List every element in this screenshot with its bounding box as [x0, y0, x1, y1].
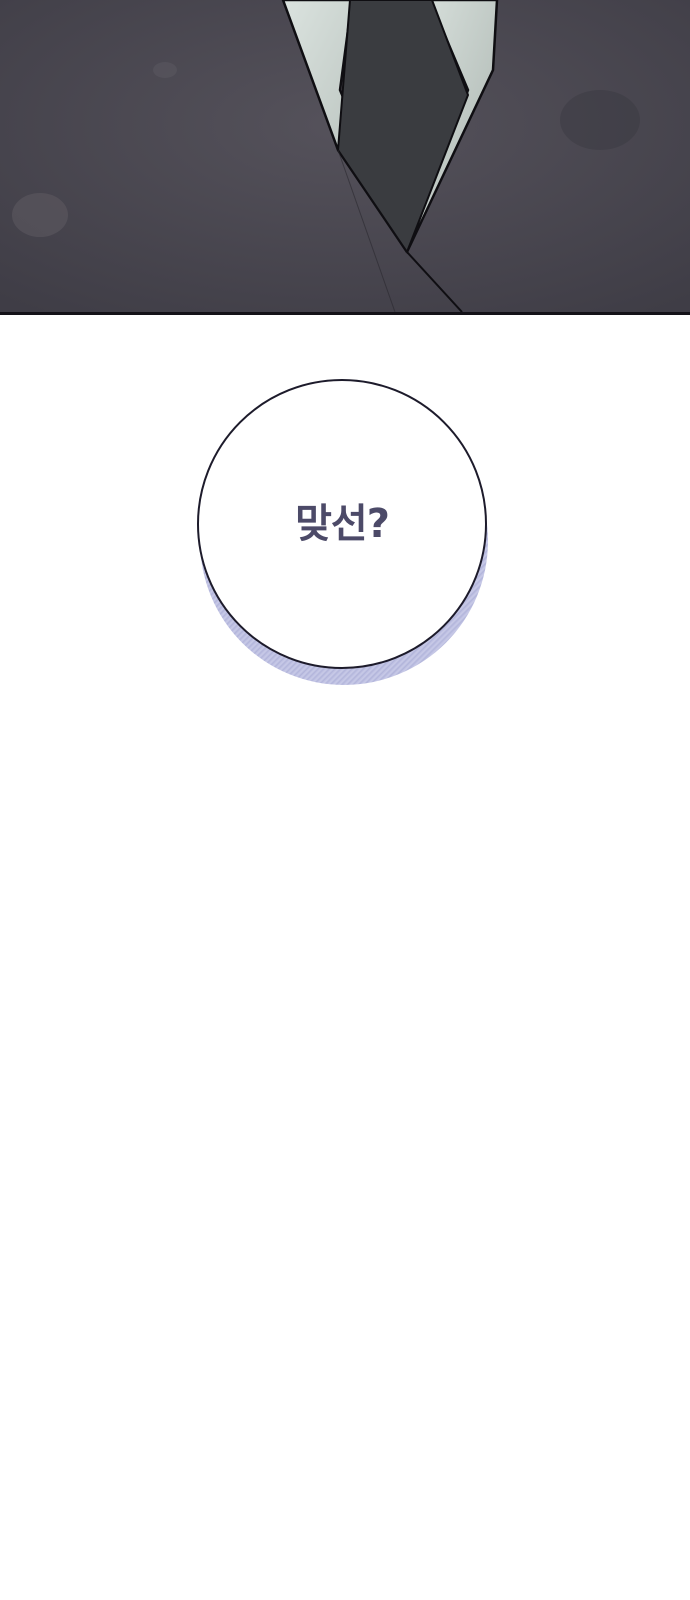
texture-spot: [560, 90, 640, 150]
top-panel: [0, 0, 690, 315]
speech-bubble-text: 맞선?: [295, 501, 390, 547]
speech-bubble: 맞선?: [197, 379, 493, 695]
texture-spot: [153, 62, 177, 78]
comic-page: 맞선?: [0, 0, 690, 1600]
texture-spot: [12, 193, 68, 237]
suit-collar-illustration: [0, 0, 690, 312]
speech-bubble-body: 맞선?: [197, 379, 487, 669]
